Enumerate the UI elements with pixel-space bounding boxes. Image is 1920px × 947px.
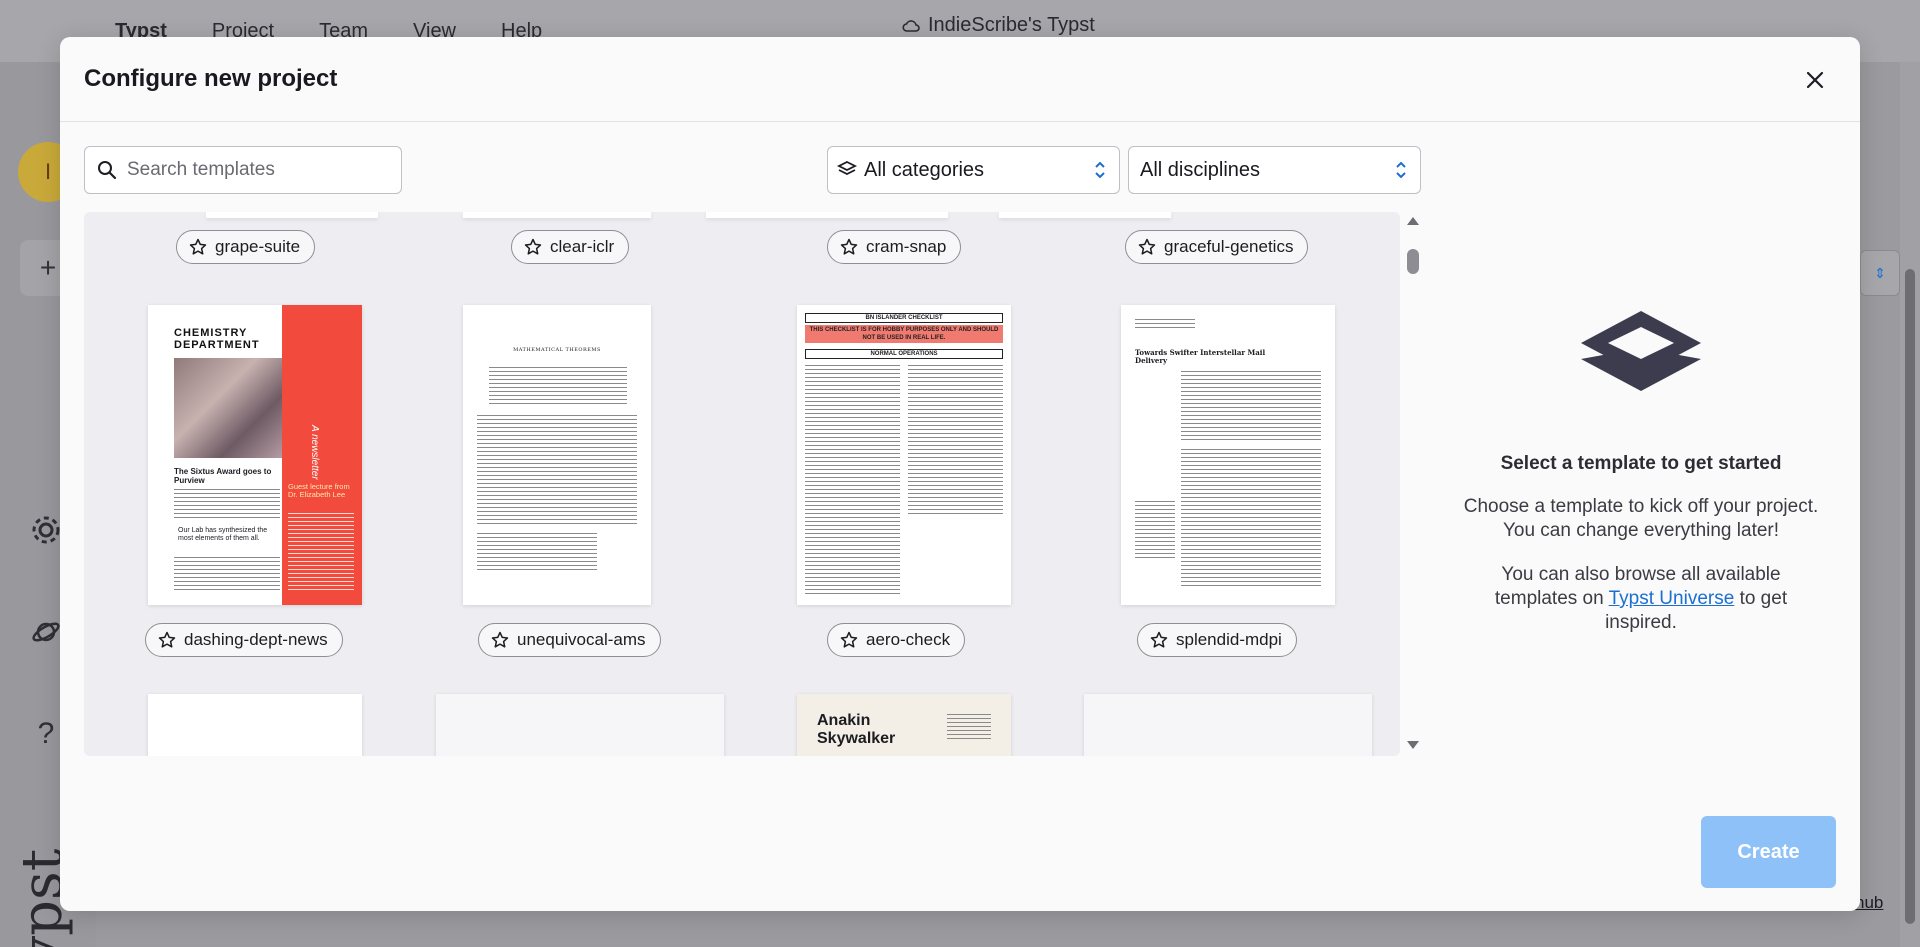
preview-text-lines [947, 714, 991, 742]
template-chip[interactable]: cram-snap [827, 230, 962, 264]
template-preview-partial[interactable] [206, 212, 378, 218]
template-name: unequivocal-ams [517, 630, 646, 649]
search-input[interactable] [127, 159, 387, 181]
preview-sidebar-text: A newsletter [309, 425, 320, 480]
template-chip[interactable]: grape-suite [176, 230, 316, 264]
template-name: grape-suite [215, 237, 301, 256]
star-icon[interactable] [1138, 238, 1156, 256]
star-icon[interactable] [1150, 631, 1168, 649]
template-gallery[interactable]: grape-suite clear-iclr cram-snap gracefu… [84, 212, 1400, 756]
template-preview-partial[interactable] [1084, 694, 1372, 756]
close-button[interactable] [1802, 67, 1828, 93]
help-icon[interactable]: ? [28, 716, 64, 752]
template-preview-partial[interactable] [706, 212, 948, 218]
template-preview-dashing-dept-news[interactable]: CHEMISTRY DEPARTMENT The Sixtus Award go… [148, 305, 362, 605]
layers-icon [1581, 311, 1701, 391]
star-icon[interactable] [524, 238, 542, 256]
category-icon [836, 160, 858, 176]
preview-section: NORMAL OPERATIONS [805, 349, 1003, 359]
template-preview-splendid-mdpi[interactable]: Towards Swifter Interstellar Mail Delive… [1121, 305, 1335, 605]
close-icon [1806, 71, 1824, 89]
template-name: clear-iclr [550, 237, 615, 256]
window-title: IndieScribe's Typst [902, 14, 1095, 37]
template-name: dashing-dept-news [184, 630, 328, 649]
template-preview-partial[interactable] [463, 212, 651, 218]
preview-text-lines [174, 489, 280, 519]
template-chip[interactable]: dashing-dept-news [145, 623, 343, 657]
template-chip[interactable]: unequivocal-ams [478, 623, 661, 657]
template-preview-aero-check[interactable]: BN ISLANDER CHECKLIST THIS CHECKLIST IS … [797, 305, 1011, 605]
template-preview-partial[interactable] [148, 694, 362, 756]
template-info-panel: Select a template to get started Choose … [1463, 307, 1819, 635]
template-name: aero-check [866, 630, 951, 649]
preview-title: BN ISLANDER CHECKLIST [805, 313, 1003, 323]
window-title-text: IndieScribe's Typst [928, 14, 1095, 36]
template-name: splendid-mdpi [1176, 630, 1282, 649]
preview-header-lines [1135, 319, 1195, 329]
preview-checklist-col [805, 365, 900, 595]
preview-text-lines [288, 513, 354, 593]
preview-text-lines [1181, 371, 1321, 441]
star-icon[interactable] [189, 238, 207, 256]
search-field[interactable] [84, 146, 402, 194]
planet-icon[interactable] [28, 614, 64, 650]
template-name: cram-snap [866, 237, 947, 256]
configure-project-dialog: Configure new project All categories All… [60, 37, 1860, 911]
template-preview-partial[interactable]: Anakin Skywalker [797, 694, 1011, 756]
preview-checklist-col [908, 365, 1003, 515]
search-icon [98, 161, 117, 180]
preview-text-lines [489, 367, 627, 407]
gear-icon[interactable] [28, 512, 64, 548]
template-chip[interactable]: aero-check [827, 623, 966, 657]
info-universe: You can also browse all available templa… [1463, 563, 1819, 635]
star-icon[interactable] [840, 631, 858, 649]
preview-photo [174, 358, 282, 458]
cloud-icon [902, 19, 920, 32]
category-select[interactable]: All categories [827, 146, 1120, 194]
template-chip[interactable]: graceful-genetics [1125, 230, 1309, 264]
template-chip[interactable]: splendid-mdpi [1137, 623, 1297, 657]
background-select-arrow-icon: ⇕ [1860, 250, 1900, 296]
preview-quote: Our Lab has synthesized the most element… [178, 527, 268, 542]
create-button[interactable]: Create [1701, 816, 1836, 888]
discipline-select-value: All disciplines [1140, 158, 1261, 181]
template-chip[interactable]: clear-iclr [511, 230, 630, 264]
preview-title: MATHEMATICAL THEOREMS [513, 347, 601, 353]
scroll-down-icon[interactable] [1406, 740, 1420, 750]
preview-text-lines [477, 533, 597, 573]
gallery-scrollbar[interactable] [1403, 212, 1423, 756]
discipline-select[interactable]: All disciplines [1128, 146, 1421, 194]
page-scrollbar-thumb[interactable] [1905, 269, 1915, 924]
star-icon[interactable] [158, 631, 176, 649]
dialog-title: Configure new project [84, 65, 338, 92]
preview-warning: THIS CHECKLIST IS FOR HOBBY PURPOSES ONL… [805, 325, 1003, 343]
preview-text-lines [477, 415, 637, 525]
typst-universe-link[interactable]: Typst Universe [1609, 588, 1735, 609]
info-description: Choose a template to kick off your proje… [1463, 496, 1819, 541]
preview-text-lines [1135, 501, 1175, 561]
select-arrows-icon [1095, 161, 1105, 179]
page-scrollbar[interactable] [1900, 62, 1920, 947]
scroll-up-icon[interactable] [1406, 216, 1420, 226]
template-preview-unequivocal-ams[interactable]: MATHEMATICAL THEOREMS [463, 305, 651, 605]
preview-guest: Guest lecture from Dr. Elizabeth Lee [288, 482, 350, 499]
preview-title: Towards Swifter Interstellar Mail Delive… [1135, 348, 1266, 365]
star-icon[interactable] [840, 238, 858, 256]
template-name: graceful-genetics [1164, 237, 1294, 256]
preview-name: Anakin Skywalker [817, 712, 896, 747]
star-icon[interactable] [491, 631, 509, 649]
template-preview-partial[interactable] [999, 212, 1171, 218]
select-arrows-icon [1396, 161, 1406, 179]
gallery-scrollbar-thumb[interactable] [1407, 249, 1419, 274]
preview-text-lines [174, 557, 280, 593]
preview-headline: The Sixtus Award goes to Purview [174, 467, 272, 485]
category-select-value: All categories [864, 158, 985, 181]
template-preview-partial[interactable] [436, 694, 724, 756]
dialog-header: Configure new project [60, 37, 1860, 122]
preview-text-lines [1181, 449, 1321, 589]
info-title: Select a template to get started [1500, 453, 1782, 474]
preview-title: CHEMISTRY DEPARTMENT [174, 327, 260, 351]
